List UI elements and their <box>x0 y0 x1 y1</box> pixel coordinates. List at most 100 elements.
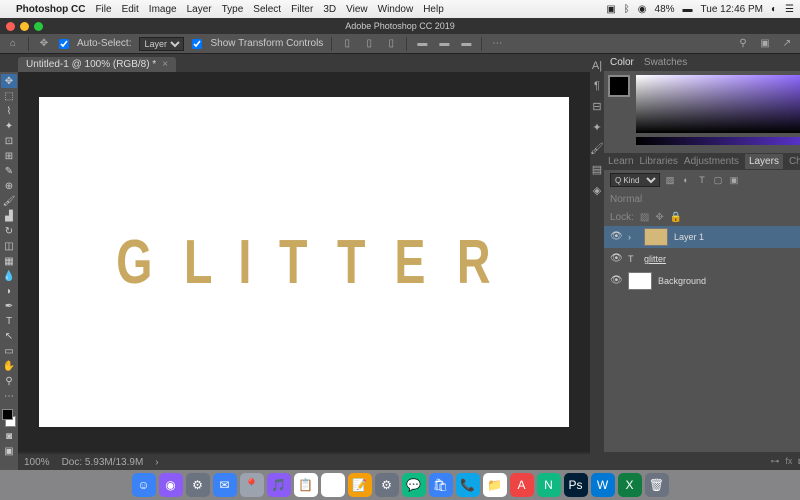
hand-tool[interactable]: ✋ <box>1 359 17 373</box>
layer-thumb[interactable] <box>628 272 652 290</box>
pen-tool[interactable]: ✒ <box>1 299 17 313</box>
dock-app[interactable]: 📞 <box>456 473 480 497</box>
layer-row[interactable]: 👁 › Layer 1 <box>604 226 800 248</box>
menu-help[interactable]: Help <box>423 4 444 15</box>
search-icon[interactable]: ⚲ <box>736 37 750 51</box>
doc-size[interactable]: Doc: 5.93M/13.9M <box>62 457 144 468</box>
dock-app[interactable]: Ps <box>564 473 588 497</box>
tab-swatches[interactable]: Swatches <box>644 57 687 68</box>
home-icon[interactable]: ⌂ <box>6 37 20 51</box>
filter-smart-icon[interactable]: ▣ <box>728 174 740 186</box>
layer-row[interactable]: 👁 Background 🔒 <box>604 270 800 292</box>
dock-app[interactable]: N <box>537 473 561 497</box>
layer-name[interactable]: glitter <box>644 254 666 264</box>
current-color[interactable] <box>608 75 630 97</box>
heal-tool[interactable]: ⊕ <box>1 179 17 193</box>
foreground-color[interactable] <box>2 409 13 420</box>
document-canvas[interactable]: GLITTER <box>39 97 569 427</box>
tab-learn[interactable]: Learn <box>608 156 634 167</box>
transform-checkbox[interactable] <box>192 39 202 49</box>
autoselect-checkbox[interactable] <box>59 39 69 49</box>
close-tab-icon[interactable]: × <box>162 59 168 70</box>
dock-app[interactable]: ✉ <box>213 473 237 497</box>
lock-all-icon[interactable]: ▨ <box>640 212 649 223</box>
tab-libraries[interactable]: Libraries <box>640 156 678 167</box>
dock-app[interactable]: 📝 <box>348 473 372 497</box>
stamp-tool[interactable]: ▟ <box>1 209 17 223</box>
close-icon[interactable] <box>6 22 15 31</box>
marquee-tool[interactable]: ⬚ <box>1 89 17 103</box>
type-tool[interactable]: T <box>1 314 17 328</box>
align-left-icon[interactable]: ▯ <box>340 37 354 51</box>
menu-edit[interactable]: Edit <box>122 4 139 15</box>
app-name[interactable]: Photoshop CC <box>16 4 85 15</box>
glyphs-panel-icon[interactable]: ✦ <box>592 121 601 134</box>
brushes-panel-icon[interactable]: 🖌 <box>590 142 604 155</box>
align-right-icon[interactable]: ▯ <box>384 37 398 51</box>
visibility-icon[interactable]: 👁 <box>610 231 622 243</box>
user-icon[interactable]: ◐ <box>771 4 777 15</box>
dock-app[interactable]: 💬 <box>402 473 426 497</box>
quickmask-tool[interactable]: ◙ <box>1 429 17 443</box>
align-vcenter-icon[interactable]: ▬ <box>437 37 451 51</box>
dock-app[interactable]: A <box>510 473 534 497</box>
minimize-icon[interactable] <box>20 22 29 31</box>
dock-app[interactable]: ◉ <box>159 473 183 497</box>
layer-kind-filter[interactable]: Q Kind <box>610 173 660 187</box>
move-tool[interactable]: ✥ <box>1 74 17 88</box>
dock-app[interactable]: ⚙ <box>375 473 399 497</box>
move-tool-icon[interactable]: ✥ <box>37 37 51 51</box>
tab-color[interactable]: Color <box>610 57 634 68</box>
tab-channels[interactable]: Channels <box>789 156 800 167</box>
menu-filter[interactable]: Filter <box>291 4 313 15</box>
more-icon[interactable]: ⋯ <box>490 37 504 51</box>
brightness-slider[interactable] <box>636 137 800 145</box>
eyedropper-tool[interactable]: ✎ <box>1 164 17 178</box>
dock-app[interactable]: ☺ <box>132 473 156 497</box>
dock-app[interactable]: X <box>618 473 642 497</box>
visibility-icon[interactable]: 👁 <box>610 253 622 265</box>
gradient-tool[interactable]: ▦ <box>1 254 17 268</box>
dock-app[interactable]: 📋 <box>294 473 318 497</box>
history-brush-tool[interactable]: ↻ <box>1 224 17 238</box>
menu-image[interactable]: Image <box>149 4 177 15</box>
wand-tool[interactable]: ✦ <box>1 119 17 133</box>
color-swatches[interactable] <box>1 408 17 428</box>
screenmode-tool[interactable]: ▣ <box>1 444 17 458</box>
share-icon[interactable]: ↗ <box>780 37 794 51</box>
menu-file[interactable]: File <box>95 4 111 15</box>
maximize-icon[interactable] <box>34 22 43 31</box>
visibility-icon[interactable]: 👁 <box>610 275 622 287</box>
zoom-tool[interactable]: ⚲ <box>1 374 17 388</box>
cast-icon[interactable]: ▣ <box>606 4 615 15</box>
bluetooth-icon[interactable]: ᛒ <box>624 4 630 15</box>
link-layers-icon[interactable]: ⊶ <box>770 456 779 467</box>
status-chevron-icon[interactable]: › <box>155 457 158 468</box>
menu-window[interactable]: Window <box>378 4 414 15</box>
brush-tool[interactable]: 🖌 <box>1 194 17 208</box>
dock-app[interactable]: 📍 <box>240 473 264 497</box>
fx-icon[interactable]: fx <box>785 456 792 466</box>
menu-type[interactable]: Type <box>222 4 244 15</box>
dock-app[interactable]: 21 <box>321 473 345 497</box>
layer-name[interactable]: Layer 1 <box>674 232 704 242</box>
align-top-icon[interactable]: ▬ <box>415 37 429 51</box>
saturation-picker[interactable] <box>636 75 800 133</box>
path-tool[interactable]: ↖ <box>1 329 17 343</box>
wifi-icon[interactable]: ◉ <box>638 4 647 15</box>
align-center-icon[interactable]: ▯ <box>362 37 376 51</box>
frame-tool[interactable]: ⊞ <box>1 149 17 163</box>
dock-app[interactable]: 📁 <box>483 473 507 497</box>
edit-toolbar[interactable]: ⋯ <box>1 389 17 403</box>
menu-view[interactable]: View <box>346 4 368 15</box>
menu-select[interactable]: Select <box>253 4 281 15</box>
blur-tool[interactable]: 💧 <box>1 269 17 283</box>
search-icon[interactable]: ☰ <box>785 4 794 15</box>
crop-tool[interactable]: ⊡ <box>1 134 17 148</box>
filter-adjust-icon[interactable]: ◐ <box>680 174 692 186</box>
lasso-tool[interactable]: ⌇ <box>1 104 17 118</box>
layer-name[interactable]: Background <box>658 276 706 286</box>
lock-pos-icon[interactable]: ✥ <box>655 212 663 223</box>
dock-app[interactable]: 🎵 <box>267 473 291 497</box>
filter-pixel-icon[interactable]: ▨ <box>664 174 676 186</box>
